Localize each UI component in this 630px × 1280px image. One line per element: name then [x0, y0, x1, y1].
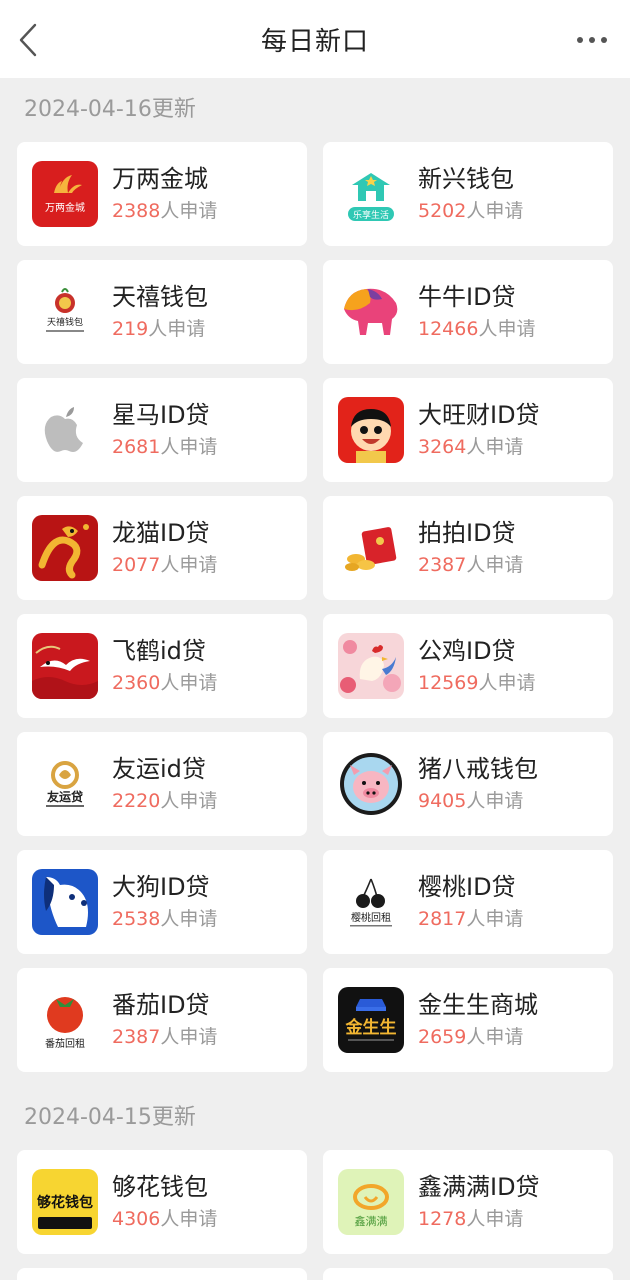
app-logo — [338, 515, 404, 581]
more-dots-icon — [577, 37, 607, 43]
apply-count: 2538人申请 — [112, 908, 218, 930]
app-logo: 番茄回租 — [32, 987, 98, 1053]
app-name: 拍拍ID贷 — [418, 519, 516, 547]
app-grid: 够花钱包 够花钱包 4306人申请 鑫满满 鑫满满ID贷 1278人申请 — [0, 1150, 630, 1254]
apply-count: 2077人申请 — [112, 554, 218, 576]
apply-count: 12466人申请 — [418, 318, 536, 340]
apply-count: 1278人申请 — [418, 1208, 524, 1230]
logo-text: 金生生 — [345, 1017, 397, 1038]
app-logo — [338, 279, 404, 345]
top-bar: 每日新口 — [0, 0, 630, 78]
app-name: 猪八戒钱包 — [418, 755, 538, 783]
logo-text: 万两金城 — [45, 201, 85, 214]
app-card[interactable]: 公鸡ID贷 12569人申请 — [323, 614, 613, 718]
app-card[interactable]: 大狗ID贷 2538人申请 — [17, 850, 307, 954]
partial-row — [0, 1254, 630, 1280]
app-name: 飞鹤id贷 — [112, 637, 206, 665]
app-logo: 够花钱包 — [32, 1169, 98, 1235]
app-card[interactable]: 乐享生活 新兴钱包 5202人申请 — [323, 142, 613, 246]
app-name: 樱桃ID贷 — [418, 873, 516, 901]
section-date: 2024-04-15更新 — [24, 1105, 196, 1130]
app-name: 大旺财ID贷 — [418, 401, 540, 429]
app-name: 万两金城 — [112, 165, 208, 193]
app-name: 天禧钱包 — [112, 283, 208, 311]
apply-count: 2387人申请 — [112, 1026, 218, 1048]
apply-count: 219人申请 — [112, 318, 206, 340]
app-list: 2024-04-16更新 万两金城 万两金城 2388人申请 乐享生活 新兴钱包… — [0, 78, 630, 1280]
app-name: 公鸡ID贷 — [418, 637, 516, 665]
app-logo: 金生生 — [338, 987, 404, 1053]
app-card[interactable]: 番茄回租 番茄ID贷 2387人申请 — [17, 968, 307, 1072]
app-card[interactable]: 飞鹤id贷 2360人申请 — [17, 614, 307, 718]
logo-text: 番茄回租 — [45, 1037, 85, 1050]
app-card[interactable]: 够花钱包 够花钱包 4306人申请 — [17, 1150, 307, 1254]
app-grid: 万两金城 万两金城 2388人申请 乐享生活 新兴钱包 5202人申请 天禧钱包… — [0, 142, 630, 1072]
section-date: 2024-04-16更新 — [24, 97, 196, 122]
app-card[interactable]: 金生生 金生生商城 2659人申请 — [323, 968, 613, 1072]
app-card[interactable]: 大旺财ID贷 3264人申请 — [323, 378, 613, 482]
app-card[interactable]: 猪八戒钱包 9405人申请 — [323, 732, 613, 836]
logo-text: 樱桃回租 — [351, 911, 391, 924]
app-name: 鑫满满ID贷 — [418, 1173, 540, 1201]
app-card[interactable]: 樱桃回租 樱桃ID贷 2817人申请 — [323, 850, 613, 954]
logo-text: 天禧钱包 — [47, 316, 83, 328]
app-logo: 万两金城 — [32, 161, 98, 227]
chevron-left-icon — [19, 23, 37, 57]
app-name: 大狗ID贷 — [112, 873, 210, 901]
page-title: 每日新口 — [260, 26, 369, 57]
app-card[interactable]: 星马ID贷 2681人申请 — [17, 378, 307, 482]
app-card[interactable]: 天禧钱包 天禧钱包 219人申请 — [17, 260, 307, 364]
app-logo: 乐享生活 — [338, 161, 404, 227]
app-logo: 鑫满满 — [338, 1169, 404, 1235]
logo-text: 友运贷 — [46, 789, 83, 804]
app-logo: 樱桃回租 — [338, 869, 404, 935]
apply-count: 9405人申请 — [418, 790, 524, 812]
app-card[interactable] — [323, 1268, 613, 1280]
app-logo: 天禧钱包 — [32, 279, 98, 345]
apply-count: 4306人申请 — [112, 1208, 218, 1230]
app-card[interactable]: 万两金城 万两金城 2388人申请 — [17, 142, 307, 246]
apply-count: 5202人申请 — [418, 200, 524, 222]
app-name: 够花钱包 — [112, 1173, 208, 1201]
app-logo — [338, 633, 404, 699]
app-name: 星马ID贷 — [112, 401, 210, 429]
apply-count: 2659人申请 — [418, 1026, 524, 1048]
apply-count: 2681人申请 — [112, 436, 218, 458]
app-logo: 友运贷 — [32, 751, 98, 817]
apply-count: 2220人申请 — [112, 790, 218, 812]
app-logo — [32, 397, 98, 463]
app-name: 新兴钱包 — [418, 165, 514, 193]
apply-count: 2360人申请 — [112, 672, 218, 694]
apply-count: 3264人申请 — [418, 436, 524, 458]
app-name: 龙猫ID贷 — [112, 519, 210, 547]
app-logo — [338, 397, 404, 463]
app-name: 番茄ID贷 — [112, 991, 210, 1019]
back-button[interactable] — [10, 20, 46, 60]
app-card[interactable]: 龙猫ID贷 2077人申请 — [17, 496, 307, 600]
app-card[interactable]: 友运贷 友运id贷 2220人申请 — [17, 732, 307, 836]
more-button[interactable] — [570, 24, 614, 56]
app-name: 友运id贷 — [112, 755, 206, 783]
apply-count: 2817人申请 — [418, 908, 524, 930]
app-logo — [32, 515, 98, 581]
app-name: 牛牛ID贷 — [418, 283, 516, 311]
apply-count: 2387人申请 — [418, 554, 524, 576]
app-card[interactable]: 拍拍ID贷 2387人申请 — [323, 496, 613, 600]
app-logo — [32, 869, 98, 935]
apply-count: 12569人申请 — [418, 672, 536, 694]
app-logo — [338, 751, 404, 817]
app-card[interactable]: 牛牛ID贷 12466人申请 — [323, 260, 613, 364]
app-logo — [32, 633, 98, 699]
apply-count: 2388人申请 — [112, 200, 218, 222]
logo-text: 鑫满满 — [355, 1214, 388, 1228]
logo-text: 乐享生活 — [353, 209, 389, 221]
app-card[interactable]: 鑫满满 鑫满满ID贷 1278人申请 — [323, 1150, 613, 1254]
app-name: 金生生商城 — [418, 991, 538, 1019]
logo-text: 够花钱包 — [36, 1194, 93, 1211]
app-card[interactable] — [17, 1268, 307, 1280]
